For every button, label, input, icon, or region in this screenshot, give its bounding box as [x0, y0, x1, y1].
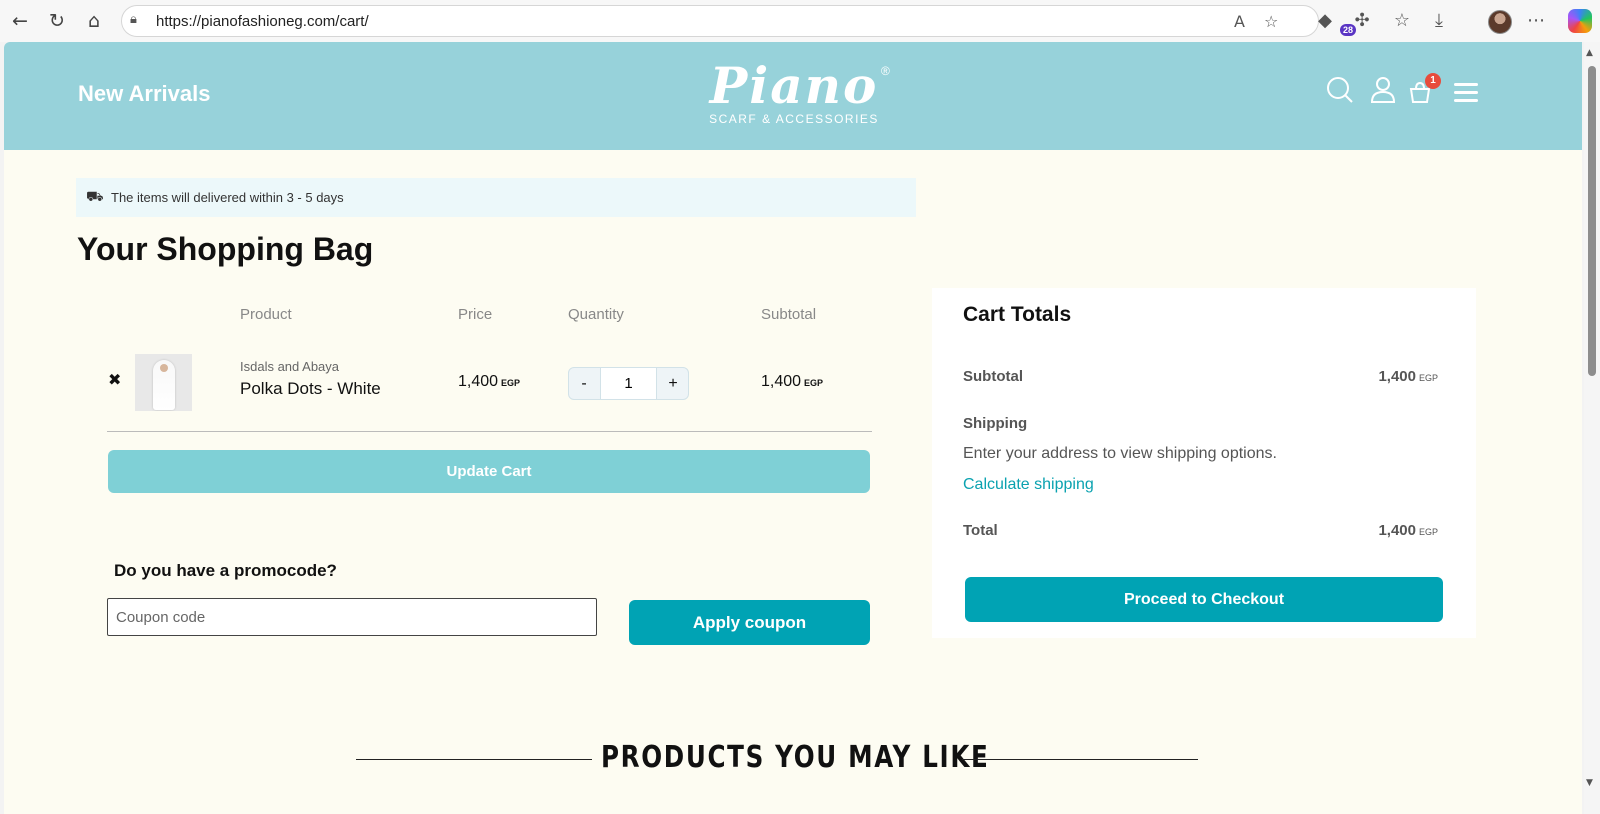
quantity-increase-button[interactable]: +	[658, 368, 688, 399]
delivery-notice: ⛟ The items will delivered within 3 - 5 …	[76, 178, 916, 217]
product-figure-head	[160, 364, 168, 372]
copilot-icon[interactable]	[1568, 9, 1592, 33]
favorite-star-icon[interactable]: ☆	[1264, 12, 1278, 31]
cart-count-badge: 1	[1425, 73, 1441, 89]
search-icon[interactable]	[1326, 76, 1354, 104]
back-icon[interactable]: ←	[8, 9, 32, 33]
totals-subtotal-currency: EGP	[1418, 373, 1438, 383]
logo-wordmark: Piano	[709, 56, 879, 115]
item-price-value: 1,400	[458, 373, 499, 390]
column-header-quantity: Quantity	[568, 306, 624, 323]
item-subtotal: 1,400 EGP	[761, 373, 823, 391]
extensions-puzzle-icon[interactable]: ✣	[1350, 9, 1374, 33]
item-subtotal-currency: EGP	[804, 378, 824, 388]
shipping-note: Enter your address to view shipping opti…	[963, 445, 1277, 462]
home-icon[interactable]: ⌂	[82, 9, 106, 33]
page-scrollbar[interactable]: ▲ ▼	[1584, 42, 1600, 814]
remove-item-icon[interactable]: ✖	[108, 370, 121, 389]
logo-tagline: SCARF & ACCESSORIES	[709, 112, 879, 126]
totals-total-label: Total	[963, 522, 998, 539]
products-you-may-like-title: PRODUCTS YOU MAY LIKE	[601, 740, 990, 775]
row-divider	[107, 431, 872, 432]
browser-toolbar: ← ↻ ⌂ 🔒︎ https://pianofashioneg.com/cart…	[0, 0, 1600, 42]
cart-totals-title: Cart Totals	[963, 303, 1072, 326]
quantity-stepper: - +	[568, 367, 689, 400]
favorites-icon[interactable]: ☆	[1390, 9, 1414, 33]
update-cart-button[interactable]: Update Cart	[108, 450, 870, 493]
column-header-product: Product	[240, 306, 292, 323]
section-divider-right	[962, 759, 1198, 760]
item-price-currency: EGP	[501, 378, 521, 388]
site-header: New Arrivals Piano ® SCARF & ACCESSORIES…	[4, 42, 1582, 150]
menu-hamburger-icon[interactable]	[1454, 82, 1478, 104]
totals-subtotal-amount: 1,400 EGP	[1378, 368, 1438, 385]
column-header-subtotal: Subtotal	[761, 306, 817, 323]
totals-total-amount: 1,400 EGP	[1378, 522, 1438, 539]
refresh-icon[interactable]: ↻	[45, 9, 69, 33]
calculate-shipping-link[interactable]: Calculate shipping	[963, 476, 1094, 494]
column-header-price: Price	[458, 306, 493, 323]
scroll-down-icon[interactable]: ▼	[1586, 778, 1593, 788]
delivery-truck-icon: ⛟	[86, 189, 104, 205]
address-bar[interactable]: 🔒︎ https://pianofashioneg.com/cart/ A ☆	[121, 5, 1319, 37]
cart-totals-panel: Cart Totals Subtotal 1,400 EGP Shipping E…	[932, 288, 1476, 638]
promo-title: Do you have a promocode?	[114, 561, 337, 580]
product-thumbnail[interactable]	[135, 354, 192, 411]
totals-total-value: 1,400	[1378, 522, 1416, 539]
extension-icon[interactable]: ◆	[1313, 9, 1337, 33]
profile-avatar[interactable]	[1488, 10, 1512, 34]
downloads-icon[interactable]: ⤓	[1427, 9, 1451, 33]
proceed-to-checkout-button[interactable]: Proceed to Checkout	[965, 577, 1443, 622]
scroll-up-icon[interactable]: ▲	[1586, 48, 1593, 58]
web-page: New Arrivals Piano ® SCARF & ACCESSORIES…	[4, 42, 1582, 814]
apply-coupon-button[interactable]: Apply coupon	[629, 600, 870, 645]
logo-registered-mark: ®	[881, 64, 890, 78]
totals-subtotal-value: 1,400	[1378, 368, 1416, 385]
site-info-icon[interactable]: 🔒︎	[130, 12, 137, 27]
totals-subtotal-label: Subtotal	[963, 368, 1023, 385]
site-logo[interactable]: Piano ® SCARF & ACCESSORIES	[684, 58, 904, 138]
url-text[interactable]: https://pianofashioneg.com/cart/	[156, 13, 369, 30]
more-menu-icon[interactable]: ⋯	[1524, 9, 1548, 33]
section-divider-left	[356, 759, 592, 760]
quantity-decrease-button[interactable]: -	[569, 368, 599, 399]
product-name-link[interactable]: Polka Dots - White	[240, 379, 381, 399]
totals-shipping-label: Shipping	[963, 415, 1028, 432]
new-arrivals-link[interactable]: New Arrivals	[78, 81, 210, 107]
scroll-thumb[interactable]	[1588, 66, 1596, 376]
item-subtotal-value: 1,400	[761, 373, 802, 390]
account-icon[interactable]	[1369, 76, 1397, 104]
delivery-text: The items will delivered within 3 - 5 da…	[111, 190, 344, 205]
product-category: Isdals and Abaya	[240, 359, 340, 374]
quantity-input[interactable]	[600, 368, 657, 399]
totals-total-currency: EGP	[1418, 527, 1438, 537]
coupon-code-input[interactable]	[107, 598, 597, 636]
read-aloud-icon[interactable]: A	[1234, 12, 1245, 31]
page-title: Your Shopping Bag	[77, 231, 374, 267]
item-price: 1,400 EGP	[458, 373, 520, 391]
